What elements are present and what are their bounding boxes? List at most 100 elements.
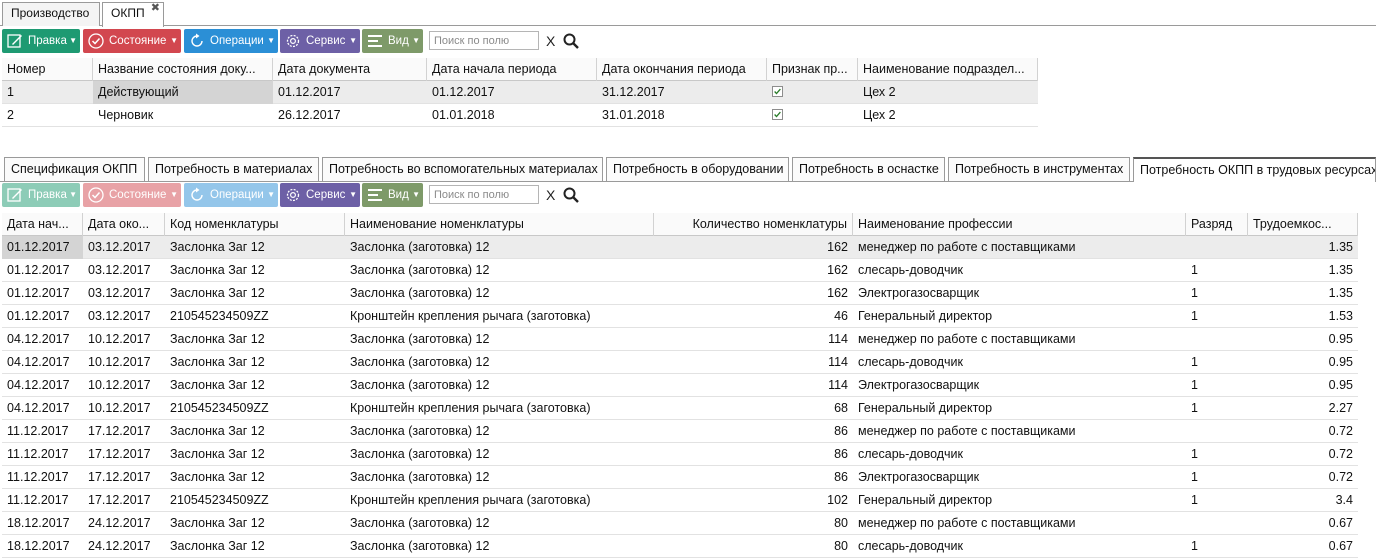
refresh-icon <box>191 33 203 47</box>
cell-profession: Электрогазосварщик <box>858 378 980 392</box>
tab-materials[interactable]: Потребность в материалах <box>148 157 319 181</box>
cell-item-qty: 114 <box>828 332 848 346</box>
operations-button[interactable]: Операции ▼ <box>184 183 278 207</box>
col-item-code[interactable]: Код номенклатуры <box>165 213 345 236</box>
state-button-label: Состояние <box>109 35 167 47</box>
table-row[interactable]: 04.12.2017 10.12.2017 210545234509ZZ Кроншт… <box>2 397 1358 420</box>
col-number[interactable]: Номер <box>2 58 93 81</box>
table-row[interactable]: 11.12.2017 17.12.2017 Заслонка Заг 12 Засло… <box>2 443 1358 466</box>
detail-toolbar: Правка ▼ Состояние ▼ Операции ▼ Сервис ▼… <box>2 183 642 207</box>
cell-period-end: 31.01.2018 <box>602 108 665 122</box>
col-grade[interactable]: Разряд <box>1186 213 1248 236</box>
table-row[interactable]: 2 Черновик 26.12.2017 01.01.2018 31.01.2… <box>2 104 1038 127</box>
tab-aux-materials[interactable]: Потребность во вспомогательных материала… <box>322 157 603 181</box>
search-input[interactable] <box>429 31 539 50</box>
table-row[interactable]: 04.12.2017 10.12.2017 Заслонка Заг 12 Засло… <box>2 351 1358 374</box>
service-button[interactable]: Сервис ▼ <box>280 29 360 53</box>
edit-button-label: Правка <box>28 189 67 201</box>
operations-button-label: Операции <box>210 35 264 47</box>
search-icon[interactable] <box>562 32 580 50</box>
cell-end-date: 03.12.2017 <box>88 286 151 300</box>
col-period-end[interactable]: Дата окончания периода <box>597 58 767 81</box>
cell-start-date: 18.12.2017 <box>7 539 70 553</box>
col-state-name[interactable]: Название состояния доку... <box>93 58 273 81</box>
state-button[interactable]: Состояние ▼ <box>83 29 181 53</box>
clear-search-button[interactable]: X <box>546 186 555 204</box>
cell-profession: Генеральный директор <box>858 401 993 415</box>
col-period-start[interactable]: Дата начала периода <box>427 58 597 81</box>
col-profession[interactable]: Наименование профессии <box>853 213 1186 236</box>
cell-end-date: 17.12.2017 <box>88 424 151 438</box>
col-end-date[interactable]: Дата око... <box>83 213 165 236</box>
table-row[interactable]: 11.12.2017 17.12.2017 210545234509ZZ Кроншт… <box>2 489 1358 512</box>
clear-search-button[interactable]: X <box>546 32 555 50</box>
state-button[interactable]: Состояние ▼ <box>83 183 181 207</box>
col-item-qty[interactable]: Количество номенклатуры <box>654 213 853 236</box>
search-input[interactable] <box>429 185 539 204</box>
cell-start-date: 04.12.2017 <box>7 401 70 415</box>
table-row[interactable]: 18.12.2017 24.12.2017 Заслонка Заг 12 Засло… <box>2 535 1358 558</box>
tab-equipment[interactable]: Потребность в оборудовании <box>606 157 789 181</box>
tab-instruments[interactable]: Потребность в инструментах <box>948 157 1130 181</box>
tab-tooling[interactable]: Потребность в оснастке <box>792 157 945 181</box>
cell-start-date: 01.12.2017 <box>7 309 70 323</box>
service-button-label: Сервис <box>306 35 346 47</box>
table-row[interactable]: 01.12.2017 03.12.2017 Заслонка Заг 12 Засло… <box>2 236 1358 259</box>
col-doc-date[interactable]: Дата документа <box>273 58 427 81</box>
cell-item-code: 210545234509ZZ <box>170 401 269 415</box>
cell-start-date: 11.12.2017 <box>7 493 69 507</box>
close-tab-icon[interactable]: ✖ <box>151 1 160 15</box>
edit-button[interactable]: Правка ▼ <box>2 183 80 207</box>
tab-labor-resources[interactable]: Потребность ОКПП в трудовых ресурсах <box>1133 157 1376 182</box>
view-button[interactable]: Вид ▼ <box>362 29 423 53</box>
view-button[interactable]: Вид ▼ <box>362 183 423 207</box>
cell-labor: 1.35 <box>1328 286 1353 300</box>
cell-end-date: 03.12.2017 <box>88 263 151 277</box>
cell-item-qty: 102 <box>827 493 848 507</box>
table-row[interactable]: 11.12.2017 17.12.2017 Заслонка Заг 12 Засло… <box>2 466 1358 489</box>
col-department[interactable]: Наименование подраздел... <box>858 58 1038 81</box>
cell-end-date: 17.12.2017 <box>88 470 151 484</box>
cell-labor: 1.53 <box>1328 309 1353 323</box>
table-row[interactable]: 01.12.2017 03.12.2017 210545234509ZZ Кроншт… <box>2 305 1358 328</box>
col-item-name[interactable]: Наименование номенклатуры <box>345 213 654 236</box>
chevron-down-icon: ▼ <box>349 36 357 45</box>
table-row[interactable]: 1 Действующий 01.12.2017 01.12.2017 31.1… <box>2 81 1038 104</box>
operations-button[interactable]: Операции ▼ <box>184 29 278 53</box>
master-grid: Номер Название состояния доку... Дата до… <box>2 58 1038 128</box>
cell-labor: 0.72 <box>1328 470 1353 484</box>
tab-okpp[interactable]: ОКПП ✖ <box>102 2 164 27</box>
tab-production[interactable]: Производство <box>2 2 100 26</box>
cell-doc-date: 26.12.2017 <box>278 108 341 122</box>
cell-item-name: Заслонка (заготовка) 12 <box>350 378 490 392</box>
table-row[interactable]: 01.12.2017 03.12.2017 Заслонка Заг 12 Засло… <box>2 259 1358 282</box>
table-row[interactable]: 04.12.2017 10.12.2017 Заслонка Заг 12 Засло… <box>2 328 1358 351</box>
col-flag[interactable]: Признак пр... <box>767 58 858 81</box>
table-row[interactable]: 04.12.2017 10.12.2017 Заслонка Заг 12 Засло… <box>2 374 1358 397</box>
cell-item-code: Заслонка Заг 12 <box>170 240 265 254</box>
cell-item-code: 210545234509ZZ <box>170 493 269 507</box>
cell-item-name: Заслонка (заготовка) 12 <box>350 263 490 277</box>
cell-department: Цех 2 <box>863 108 896 122</box>
top-tab-bar: Производство ОКПП ✖ <box>0 0 1376 27</box>
chevron-down-icon: ▼ <box>267 36 275 45</box>
col-labor[interactable]: Трудоемкос... <box>1248 213 1358 236</box>
table-row[interactable]: 11.12.2017 17.12.2017 Заслонка Заг 12 Засло… <box>2 420 1358 443</box>
service-button[interactable]: Сервис ▼ <box>280 183 360 207</box>
cell-item-code: Заслонка Заг 12 <box>170 286 265 300</box>
checkbox-checked-icon[interactable] <box>772 86 783 97</box>
cell-end-date: 10.12.2017 <box>88 332 151 346</box>
detail-grid: Дата нач... Дата око... Код номенклатуры… <box>2 213 1358 560</box>
chevron-down-icon: ▼ <box>69 190 77 199</box>
edit-button[interactable]: Правка ▼ <box>2 29 80 53</box>
table-row[interactable]: 18.12.2017 24.12.2017 Заслонка Заг 12 Засло… <box>2 512 1358 535</box>
table-row[interactable]: 01.12.2017 03.12.2017 Заслонка Заг 12 Засло… <box>2 282 1358 305</box>
tab-okpp-spec[interactable]: Спецификация ОКПП <box>4 157 145 181</box>
cell-item-qty: 86 <box>834 447 848 461</box>
cell-item-qty: 114 <box>828 378 848 392</box>
cell-item-code: Заслонка Заг 12 <box>170 539 265 553</box>
search-icon[interactable] <box>562 186 580 204</box>
col-start-date[interactable]: Дата нач... <box>2 213 83 236</box>
master-toolbar: Правка ▼ Состояние ▼ Операции ▼ Сервис ▼… <box>2 29 642 53</box>
checkbox-checked-icon[interactable] <box>772 109 783 120</box>
